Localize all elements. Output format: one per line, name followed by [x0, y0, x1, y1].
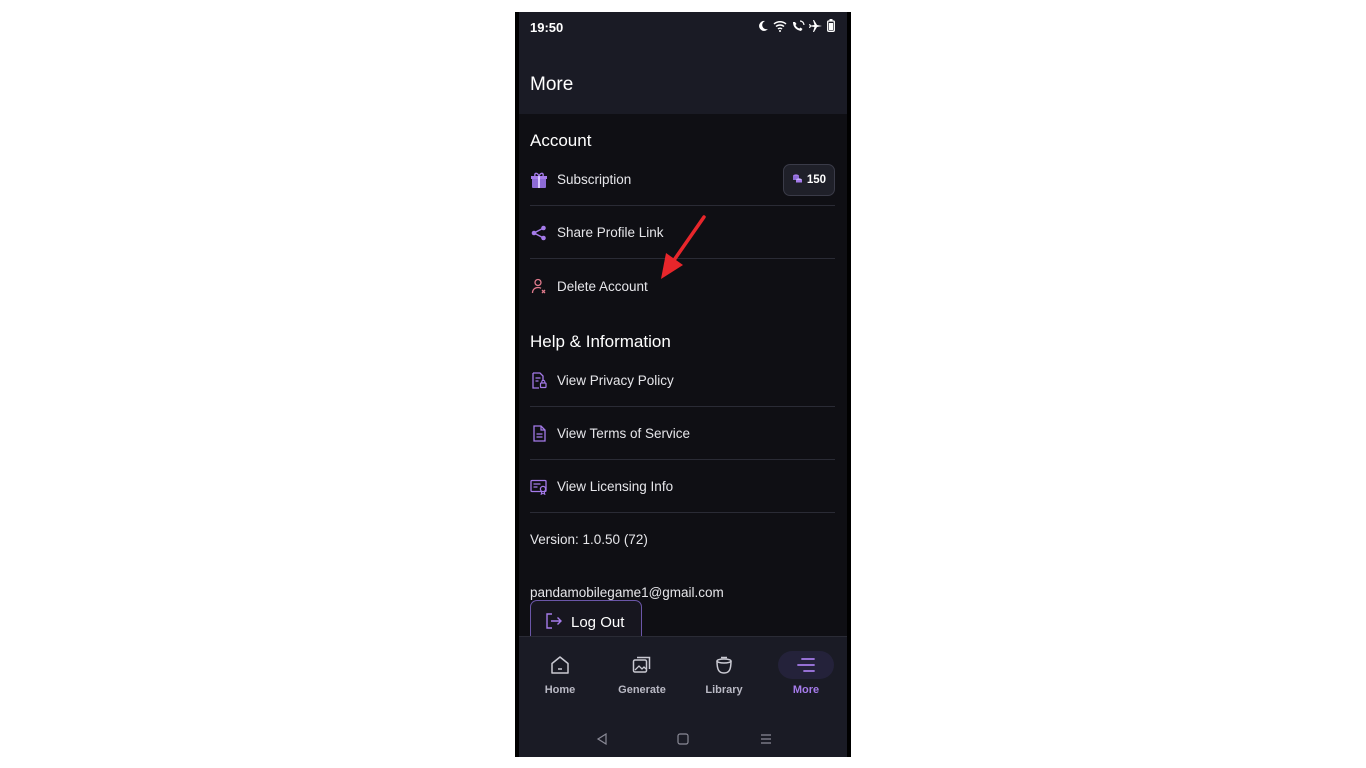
status-bar: 19:50: [519, 12, 847, 42]
credits-badge[interactable]: 150: [782, 164, 835, 196]
delete-user-icon: [530, 277, 548, 295]
phone-frame: 19:50 More Account Subscription 150 Shar…: [515, 12, 851, 757]
terms-of-service-label: View Terms of Service: [557, 426, 691, 441]
document-icon: [530, 425, 548, 443]
delete-account-item[interactable]: Delete Account: [530, 260, 835, 312]
nav-library-label: Library: [705, 684, 743, 696]
status-icons: [757, 19, 835, 37]
nav-home-label: Home: [544, 684, 576, 696]
nav-generate[interactable]: Generate: [601, 637, 683, 725]
privacy-policy-item[interactable]: View Privacy Policy: [530, 355, 835, 407]
license-certificate-icon: [530, 478, 548, 496]
subscription-item[interactable]: Subscription 150: [530, 154, 835, 206]
images-icon: [632, 655, 652, 680]
recents-icon[interactable]: [760, 732, 772, 750]
battery-icon: [827, 19, 835, 37]
version-text: Version: 1.0.50 (72): [530, 532, 648, 547]
status-time: 19:50: [530, 20, 564, 35]
logout-label: Log Out: [571, 614, 625, 631]
home-square-icon[interactable]: [677, 732, 689, 750]
section-title-help: Help & Information: [530, 332, 671, 351]
coins-icon: [792, 173, 803, 187]
more-content: Account Subscription 150 Share Profile L: [519, 114, 847, 648]
wifi-call-icon: [791, 19, 805, 37]
share-profile-label: Share Profile Link: [557, 225, 664, 240]
airplane-icon: [809, 19, 823, 37]
bottom-navigation: Home Generate Library More: [519, 636, 847, 725]
system-navigation-bar: [519, 724, 847, 757]
moon-icon: [757, 19, 769, 37]
home-icon: [550, 655, 570, 680]
terms-of-service-item[interactable]: View Terms of Service: [530, 408, 835, 460]
credits-value: 150: [806, 174, 826, 186]
account-email: pandamobilegame1@gmail.com: [530, 585, 724, 600]
app-header: More: [519, 42, 847, 114]
subscription-gift-icon: [530, 171, 548, 189]
privacy-policy-label: View Privacy Policy: [557, 373, 674, 388]
section-title-account: Account: [530, 131, 592, 150]
page-title: More: [530, 74, 574, 95]
share-profile-link-item[interactable]: Share Profile Link: [530, 207, 835, 259]
delete-account-label: Delete Account: [557, 278, 648, 294]
licensing-info-item[interactable]: View Licensing Info: [530, 461, 835, 513]
back-icon[interactable]: [596, 732, 608, 750]
nav-generate-label: Generate: [618, 684, 666, 696]
logout-icon: [545, 612, 563, 633]
share-icon: [530, 224, 548, 242]
licensing-info-label: View Licensing Info: [557, 479, 674, 494]
privacy-document-icon: [530, 372, 548, 390]
nav-more-label: More: [792, 684, 820, 696]
nav-home[interactable]: Home: [519, 637, 601, 725]
wifi-icon: [773, 19, 787, 37]
subscription-label: Subscription: [557, 172, 632, 187]
menu-lines-icon: [796, 657, 816, 678]
app-screen: 19:50 More Account Subscription 150 Shar…: [519, 12, 847, 757]
nav-library[interactable]: Library: [683, 637, 765, 725]
library-pot-icon: [714, 655, 734, 680]
nav-more[interactable]: More: [765, 637, 847, 725]
